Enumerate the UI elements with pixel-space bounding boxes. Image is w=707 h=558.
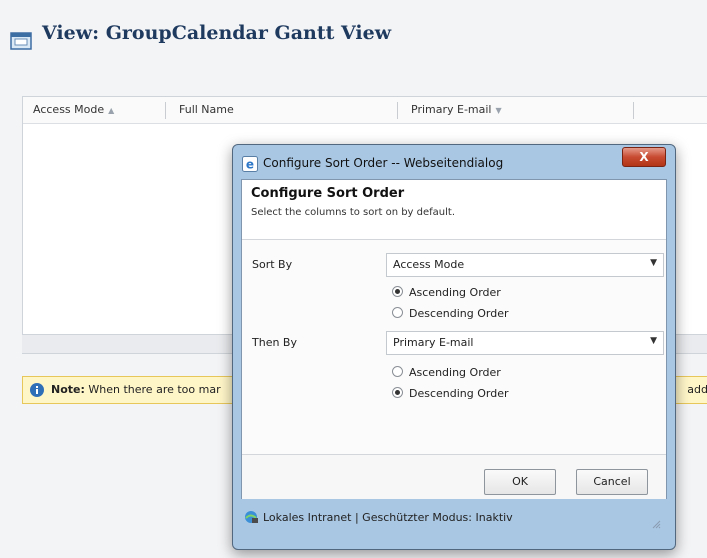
dialog-titlebar[interactable]: e Configure Sort Order -- Webseitendialo… xyxy=(233,145,675,179)
dialog-body: Sort By Access Mode ▼ Ascending Order De… xyxy=(242,240,666,454)
info-icon xyxy=(30,383,44,397)
svg-text:e: e xyxy=(246,158,254,172)
column-label: Access Mode xyxy=(33,103,105,116)
page-header: View: GroupCalendar Gantt View xyxy=(0,0,707,80)
page-title: View: GroupCalendar Gantt View xyxy=(42,22,392,44)
radio-unselected-icon xyxy=(392,366,403,377)
radio-label: Ascending Order xyxy=(409,286,501,299)
chevron-down-icon: ▼ xyxy=(650,258,657,268)
close-button[interactable]: X xyxy=(622,147,666,167)
sort-by-descending-radio[interactable]: Descending Order xyxy=(392,307,509,320)
dialog-content: Configure Sort Order Select the columns … xyxy=(241,179,667,499)
view-icon xyxy=(10,32,32,50)
radio-label: Ascending Order xyxy=(409,366,501,379)
column-header-access-mode[interactable]: Access Mode ▲ xyxy=(33,103,114,116)
dialog-heading: Configure Sort Order xyxy=(251,186,405,201)
then-by-value: Primary E-mail xyxy=(393,336,474,349)
status-text: Lokales Intranet | Geschützter Modus: In… xyxy=(263,511,513,524)
then-by-select[interactable]: Primary E-mail ▼ xyxy=(386,331,664,355)
column-label: Primary E-mail xyxy=(411,103,492,116)
sort-by-value: Access Mode xyxy=(393,258,465,271)
radio-selected-icon xyxy=(392,387,403,398)
column-header-full-name[interactable]: Full Name xyxy=(179,103,234,116)
sort-by-label: Sort By xyxy=(252,258,293,271)
grid-header: Access Mode ▲ Full Name Primary E-mail ▼ xyxy=(23,97,707,124)
radio-label: Descending Order xyxy=(409,387,509,400)
note-message: When there are too mar xyxy=(88,383,221,396)
resize-grip-icon[interactable] xyxy=(651,519,661,529)
cancel-button[interactable]: Cancel xyxy=(576,469,648,495)
sort-descending-icon: ▼ xyxy=(495,106,502,115)
sort-by-select[interactable]: Access Mode ▼ xyxy=(386,253,664,277)
sort-by-ascending-radio[interactable]: Ascending Order xyxy=(392,286,501,299)
dialog-window-title: Configure Sort Order -- Webseitendialog xyxy=(263,156,504,170)
column-divider[interactable] xyxy=(397,102,398,119)
ok-button[interactable]: OK xyxy=(484,469,556,495)
then-by-label: Then By xyxy=(252,336,297,349)
column-label: Full Name xyxy=(179,103,234,116)
then-by-descending-radio[interactable]: Descending Order xyxy=(392,387,509,400)
configure-sort-order-dialog: e Configure Sort Order -- Webseitendialo… xyxy=(232,144,676,550)
column-divider[interactable] xyxy=(165,102,166,119)
column-header-primary-email[interactable]: Primary E-mail ▼ xyxy=(411,103,502,116)
radio-unselected-icon xyxy=(392,307,403,318)
note-label: Note: xyxy=(51,383,85,396)
note-text: Note: When there are too mar xyxy=(51,377,221,403)
note-text-tail: add xyxy=(687,383,707,396)
intranet-icon xyxy=(245,511,258,523)
dialog-subheading: Select the columns to sort on by default… xyxy=(251,207,456,218)
radio-selected-icon xyxy=(392,286,403,297)
radio-label: Descending Order xyxy=(409,307,509,320)
dialog-footer: OK Cancel xyxy=(242,454,666,499)
dialog-statusbar: Lokales Intranet | Geschützter Modus: In… xyxy=(241,503,665,533)
then-by-ascending-radio[interactable]: Ascending Order xyxy=(392,366,501,379)
dialog-header: Configure Sort Order Select the columns … xyxy=(242,180,666,240)
ie-icon: e xyxy=(242,156,258,172)
chevron-down-icon: ▼ xyxy=(650,336,657,346)
column-divider[interactable] xyxy=(633,102,634,119)
sort-ascending-icon: ▲ xyxy=(108,106,115,115)
